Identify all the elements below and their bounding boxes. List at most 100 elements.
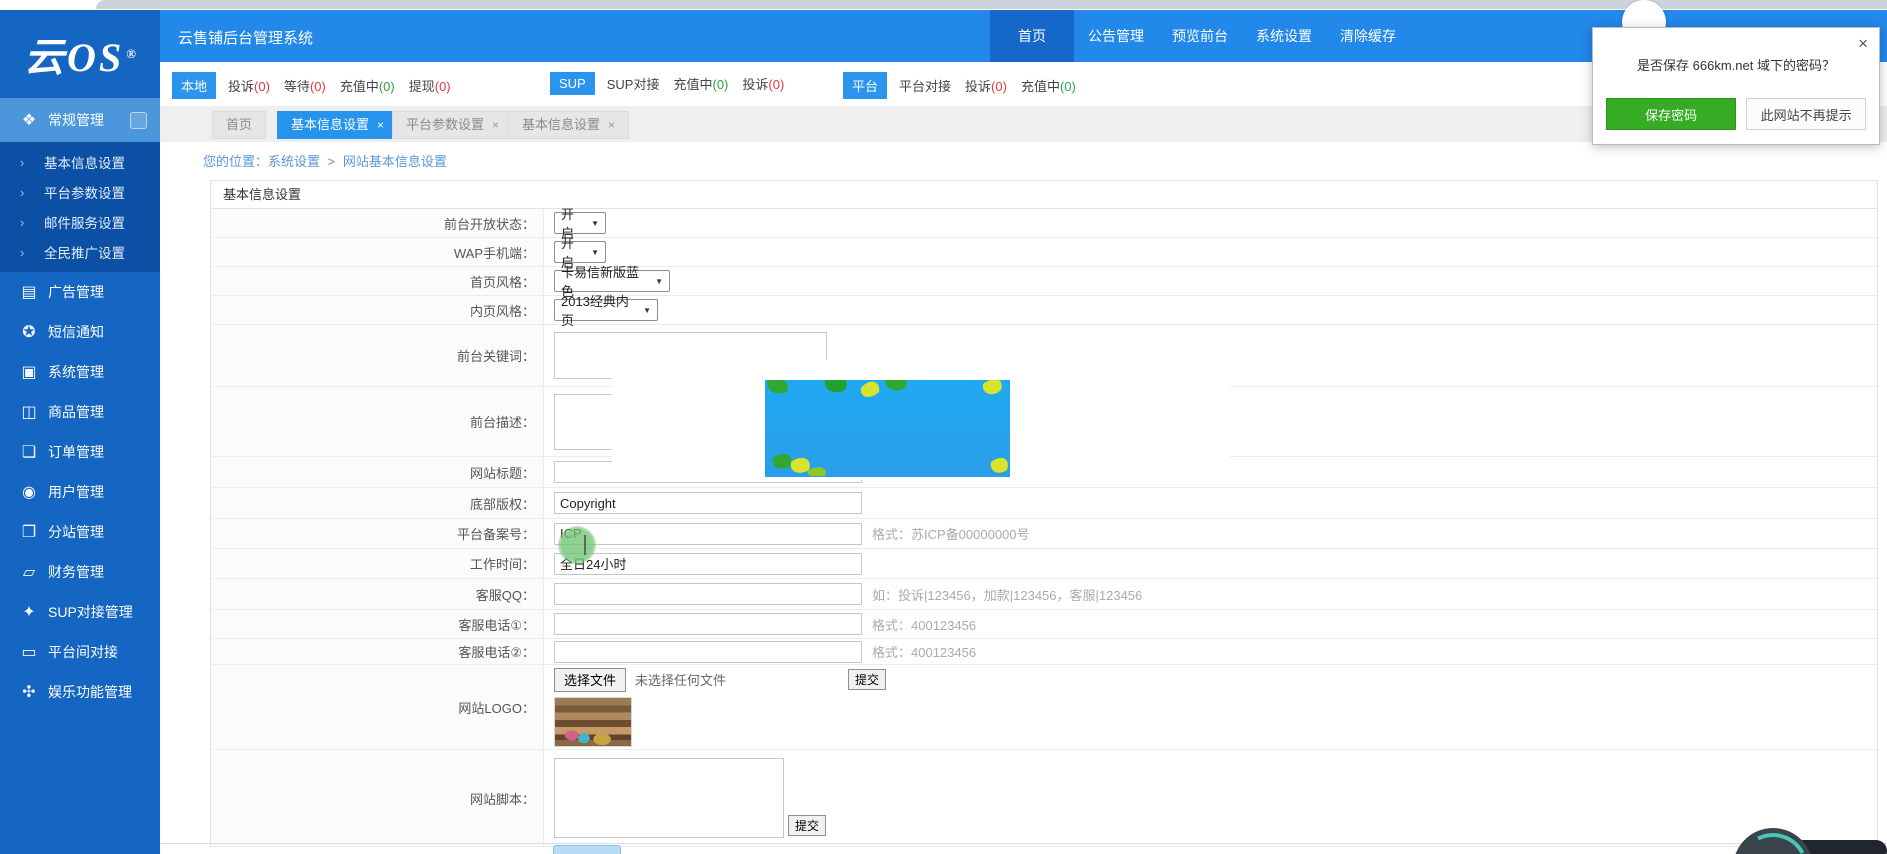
tab-basic-info[interactable]: 基本信息设置× [277, 111, 398, 139]
form-row-work-time: 工作时间： [211, 549, 1877, 579]
basket-icon: ◫ [16, 402, 42, 422]
sidebar-item-sms[interactable]: ✪ 短信通知 [0, 312, 160, 352]
service-phone1-input[interactable] [554, 613, 862, 635]
sidebar-item-general-management[interactable]: ❖ 常规管理 [0, 98, 160, 142]
platform-badge[interactable]: 平台 [843, 72, 887, 99]
form-row-copyright: 底部版权： [211, 488, 1877, 519]
content-bottom-divider [160, 843, 1887, 844]
frontend-status-select[interactable]: 开启▼ [554, 212, 606, 234]
nav-clear-cache[interactable]: 清除缓存 [1326, 10, 1410, 62]
form-row-service-qq: 客服QQ： 如：投诉|123456，加款|123456，客服|123456 [211, 579, 1877, 610]
sidebar-item-promotion[interactable]: › 全民推广设置 [0, 237, 160, 267]
sidebar-item-finance[interactable]: ▱ 财务管理 [0, 552, 160, 592]
sidebar-item-substations[interactable]: ❐ 分站管理 [0, 512, 160, 552]
site-script-textarea[interactable] [554, 758, 784, 838]
toolbar-group-sup: SUP SUP对接 充值中(0) 投诉(0) [550, 72, 798, 95]
app-screen: 云OS® ❖ 常规管理 › 基本信息设置 › 平台参数设置 › 邮件服务设置 ›… [0, 0, 1887, 854]
breadcrumb-section-link[interactable]: 系统设置 [268, 154, 320, 169]
service-qq-hint: 如：投诉|123456，加款|123456，客服|123456 [872, 585, 1142, 604]
close-icon[interactable]: × [492, 118, 499, 132]
sidebar-item-entertainment[interactable]: ✣ 娱乐功能管理 [0, 672, 160, 712]
choose-file-button[interactable]: 选择文件 [554, 668, 626, 692]
recharging-counter[interactable]: 充值中(0) [340, 76, 395, 95]
password-save-dialog: × 是否保存 666km.net 域下的密码？ 保存密码 此网站不再提示 [1592, 27, 1880, 145]
sidebar-item-ads[interactable]: ▤ 广告管理 [0, 272, 160, 312]
sup-badge[interactable]: SUP [550, 72, 595, 95]
home-style-select[interactable]: 卡易信新版蓝色▼ [554, 270, 670, 292]
sidebar-item-sup-link[interactable]: ✦ SUP对接管理 [0, 592, 160, 632]
click-indicator [558, 526, 596, 564]
collapse-icon[interactable] [130, 112, 147, 129]
sup-recharging-counter[interactable]: 充值中(0) [673, 74, 728, 93]
nav-preview-frontend[interactable]: 预览前台 [1158, 10, 1242, 62]
copyright-input[interactable] [554, 492, 862, 514]
nav-announcements[interactable]: 公告管理 [1074, 10, 1158, 62]
nodes-icon: ❖ [16, 110, 42, 130]
close-icon[interactable]: × [608, 118, 615, 132]
service-phone2-input[interactable] [554, 641, 862, 663]
sup-user-icon: ✦ [16, 602, 42, 622]
form-row-site-script: 网站脚本： 提交 [211, 750, 1877, 847]
close-icon[interactable]: × [377, 118, 384, 132]
sidebar-item-platform-link[interactable]: ▭ 平台间对接 [0, 632, 160, 672]
local-badge[interactable]: 本地 [172, 72, 216, 99]
service-qq-input[interactable] [554, 583, 862, 605]
chevron-right-icon: › [20, 185, 44, 200]
sidebar-item-orders[interactable]: ❏ 订单管理 [0, 432, 160, 472]
password-dialog-message: 是否保存 666km.net 域下的密码？ [1593, 55, 1879, 74]
icp-hint: 格式：苏ICP备00000000号 [872, 524, 1030, 543]
sidebar-item-platform-params[interactable]: › 平台参数设置 [0, 177, 160, 207]
sidebar-item-goods[interactable]: ◫ 商品管理 [0, 392, 160, 432]
no-file-label: 未选择任何文件 [635, 670, 726, 689]
form-row-wap: WAP手机端： 开启▼ [211, 238, 1877, 267]
waiting-counter[interactable]: 等待(0) [284, 76, 326, 95]
chevron-right-icon: › [20, 155, 44, 170]
platform-recharging-counter[interactable]: 充值中(0) [1021, 76, 1076, 95]
breadcrumb: 您的位置：系统设置 > 网站基本信息设置 [160, 142, 1887, 182]
substation-icon: ❐ [16, 522, 42, 542]
script-submit-button[interactable]: 提交 [788, 815, 826, 836]
sidebar-item-basic-info[interactable]: › 基本信息设置 [0, 147, 160, 177]
save-password-button[interactable]: 保存密码 [1606, 98, 1736, 130]
page-title: 云售铺后台管理系统 [178, 27, 313, 48]
toolbar-group-local: 本地 投诉(0) 等待(0) 充值中(0) 提现(0) [172, 72, 465, 99]
form-row-icp: 平台备案号： 格式：苏ICP备00000000号 [211, 519, 1877, 549]
orders-icon: ❏ [16, 442, 42, 462]
sidebar-item-system[interactable]: ▣ 系统管理 [0, 352, 160, 392]
sidebar: 云OS® ❖ 常规管理 › 基本信息设置 › 平台参数设置 › 邮件服务设置 ›… [0, 10, 160, 854]
page-top-edge [96, 0, 1887, 9]
work-time-input[interactable] [554, 553, 862, 575]
cutoff-submit-button[interactable] [553, 845, 621, 854]
chevron-right-icon: › [20, 245, 44, 260]
megaphone-icon: ▤ [16, 282, 42, 302]
breadcrumb-current: 网站基本信息设置 [343, 154, 447, 169]
never-prompt-button[interactable]: 此网站不再提示 [1746, 98, 1866, 130]
basic-info-form: 基本信息设置 前台开放状态： 开启▼ WAP手机端： 开启▼ 首页风格： 卡易信… [210, 180, 1878, 847]
style-preview-overlay [612, 360, 1230, 480]
sup-link[interactable]: SUP对接 [607, 74, 660, 93]
nav-home[interactable]: 首页 [990, 10, 1074, 62]
chevron-down-icon: ▼ [591, 248, 599, 257]
close-icon[interactable]: × [1858, 35, 1868, 52]
chevron-down-icon: ▼ [655, 277, 663, 286]
complaints-counter[interactable]: 投诉(0) [228, 76, 270, 95]
sup-complaints-counter[interactable]: 投诉(0) [742, 74, 784, 93]
phone2-hint: 格式：400123456 [872, 642, 976, 661]
sidebar-item-mail-service[interactable]: › 邮件服务设置 [0, 207, 160, 237]
form-row-phone-1: 客服电话①： 格式：400123456 [211, 610, 1877, 639]
form-section-title: 基本信息设置 [211, 181, 1877, 209]
tab-basic-info-2[interactable]: 基本信息设置× [508, 111, 629, 139]
wap-select[interactable]: 开启▼ [554, 241, 606, 263]
chevron-down-icon: ▼ [591, 219, 599, 228]
withdraw-counter[interactable]: 提现(0) [409, 76, 451, 95]
platform-complaints-counter[interactable]: 投诉(0) [965, 76, 1007, 95]
nav-system-settings[interactable]: 系统设置 [1242, 10, 1326, 62]
link-monitor-icon: ▭ [16, 642, 42, 662]
sidebar-item-users[interactable]: ◉ 用户管理 [0, 472, 160, 512]
platform-link[interactable]: 平台对接 [899, 76, 951, 95]
logo-submit-button[interactable]: 提交 [848, 669, 886, 690]
inner-style-select[interactable]: 2013经典内页▼ [554, 299, 658, 321]
icp-input[interactable] [554, 523, 862, 545]
tab-platform-params[interactable]: 平台参数设置× [392, 111, 513, 139]
tab-home[interactable]: 首页 [212, 111, 266, 139]
